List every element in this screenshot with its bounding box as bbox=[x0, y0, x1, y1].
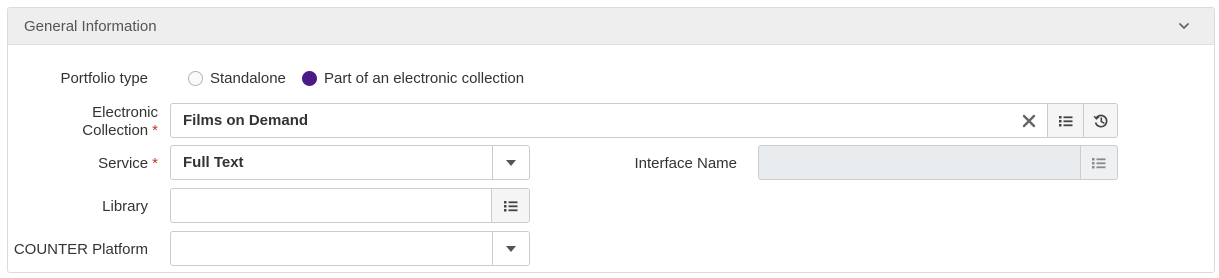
service-value: Full Text bbox=[183, 154, 244, 171]
radio-button-unselected[interactable] bbox=[188, 70, 203, 86]
radio-standalone-label: Standalone bbox=[210, 69, 286, 87]
list-picker-button[interactable] bbox=[1047, 104, 1084, 137]
list-icon bbox=[503, 200, 517, 211]
library-list-button[interactable] bbox=[491, 189, 529, 222]
required-marker: * bbox=[152, 155, 158, 172]
radio-part-of-collection-label: Part of an electronic collection bbox=[324, 69, 525, 87]
radio-part-of-collection[interactable]: Part of an electronic collection bbox=[302, 67, 524, 89]
library-label: Library bbox=[102, 198, 148, 215]
panel-title: General Information bbox=[24, 18, 157, 35]
counter-platform-label: COUNTER Platform bbox=[13, 241, 148, 258]
history-button[interactable] bbox=[1083, 104, 1117, 137]
library-field[interactable] bbox=[170, 188, 530, 223]
service-label: Service * bbox=[30, 155, 158, 172]
radio-button-selected[interactable] bbox=[302, 70, 317, 86]
electronic-collection-label-line1: Electronic bbox=[92, 104, 158, 121]
caret-down-icon bbox=[506, 245, 516, 252]
caret-down-icon bbox=[506, 159, 516, 166]
electronic-collection-label-line2: Collection bbox=[82, 122, 149, 139]
counter-platform-select[interactable] bbox=[170, 231, 530, 266]
interface-name-label: Interface Name bbox=[634, 155, 737, 172]
interface-name-list-button bbox=[1080, 146, 1117, 179]
chevron-down-icon[interactable] bbox=[1176, 18, 1192, 34]
panel-header[interactable]: General Information bbox=[8, 8, 1214, 45]
service-select[interactable]: Full Text bbox=[170, 145, 530, 180]
service-label-text: Service bbox=[98, 155, 149, 172]
clear-button[interactable] bbox=[1011, 104, 1047, 137]
portfolio-type-label: Portfolio type bbox=[60, 70, 148, 87]
close-icon bbox=[1022, 114, 1036, 127]
service-dropdown-button[interactable] bbox=[492, 146, 529, 179]
library-value bbox=[183, 189, 489, 222]
electronic-collection-label: Electronic Collection * bbox=[30, 104, 158, 140]
required-marker: * bbox=[152, 122, 158, 139]
electronic-collection-value: Films on Demand bbox=[183, 112, 309, 129]
electronic-collection-field[interactable]: Films on Demand bbox=[170, 103, 1118, 138]
radio-standalone[interactable]: Standalone bbox=[188, 67, 286, 89]
list-icon bbox=[1092, 157, 1106, 168]
counter-platform-value bbox=[183, 232, 489, 265]
list-icon bbox=[1059, 115, 1073, 126]
counter-platform-dropdown-button[interactable] bbox=[492, 232, 529, 265]
interface-name-value bbox=[771, 146, 1077, 179]
history-icon bbox=[1093, 114, 1107, 127]
interface-name-field bbox=[758, 145, 1118, 180]
